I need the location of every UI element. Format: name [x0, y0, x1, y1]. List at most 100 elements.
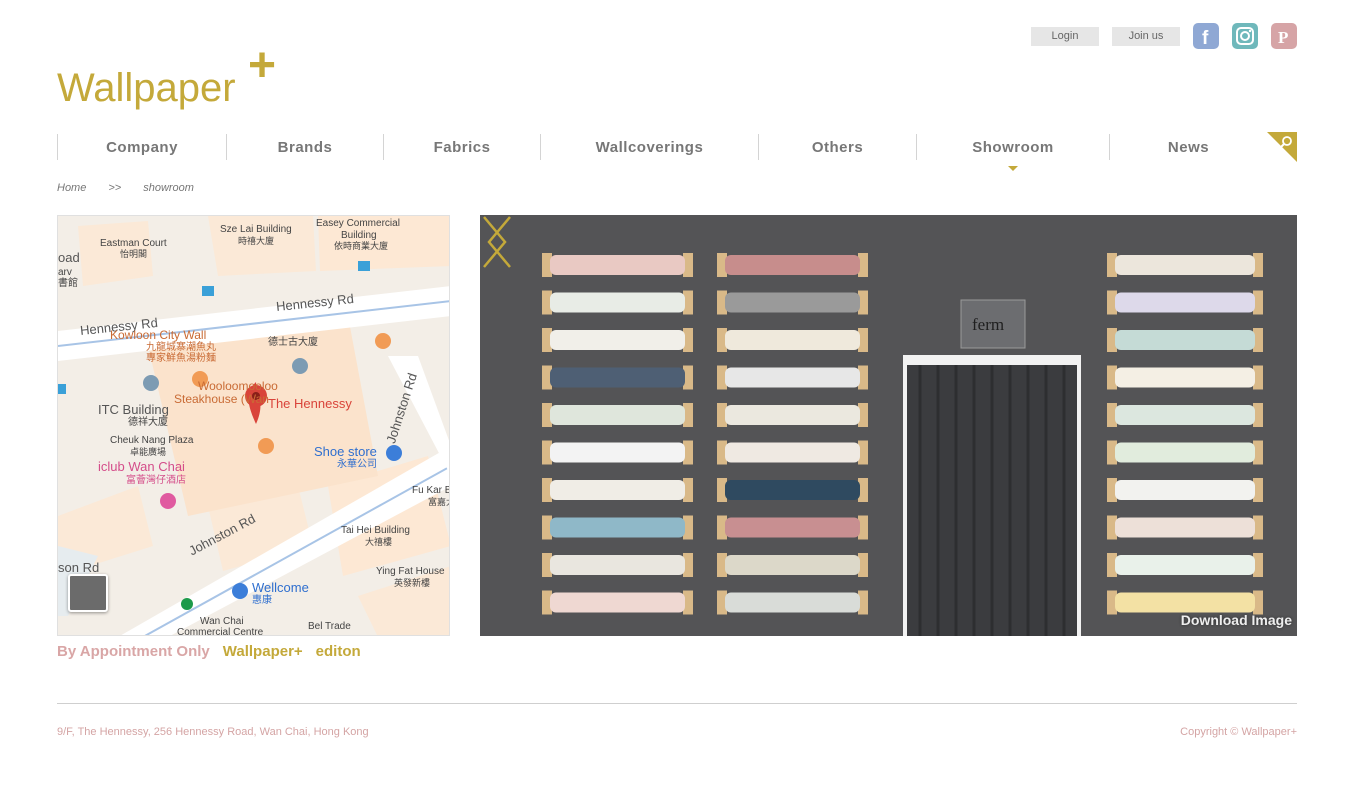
wallpaper-roll: [725, 442, 860, 463]
wallpaper-roll: [1115, 442, 1255, 463]
breadcrumb-home[interactable]: Home: [57, 182, 86, 194]
search-button[interactable]: [1267, 132, 1297, 162]
wallpaper-roll: [1115, 480, 1255, 500]
svg-text:ferm: ferm: [972, 315, 1004, 334]
nav-company[interactable]: Company: [57, 134, 226, 160]
map-label: 怡明閣: [120, 249, 148, 259]
search-icon: [1279, 136, 1292, 149]
wallpaper-roll: [725, 255, 860, 275]
wallpaper-plus-logo[interactable]: Wallpaper +: [57, 42, 287, 111]
wallpaper-roll: [725, 292, 860, 313]
wallpaper-roll: [1115, 555, 1255, 575]
nav-label: News: [1167, 138, 1210, 156]
nav-others[interactable]: Others: [758, 134, 916, 160]
footer-copyright: Copyright © Wallpaper+: [1180, 726, 1297, 738]
caption-edition: editon: [315, 643, 361, 660]
map-label: 永華公司: [337, 459, 377, 470]
facebook-icon[interactable]: f: [1193, 23, 1219, 49]
nav-wallcoverings[interactable]: Wallcoverings: [540, 134, 758, 160]
wallpaper-roll: [550, 442, 685, 463]
map-label: 時禧大廈: [238, 236, 275, 246]
nav-label: Wallcoverings: [595, 138, 704, 156]
wallpaper-roll: [550, 555, 685, 575]
showroom-photo: ferm: [480, 215, 1297, 636]
footer-divider: [57, 703, 1297, 704]
wallpaper-roll: [725, 330, 860, 350]
location-map[interactable]: Sze Lai Building 時禧大廈 Easey Commercial B…: [57, 215, 450, 636]
map-label: Sze Lai Building: [220, 224, 292, 235]
wallpaper-roll: [1115, 292, 1255, 313]
nav-fabrics[interactable]: Fabrics: [383, 134, 540, 160]
wallpaper-roll: [1115, 405, 1255, 425]
nav-label: Others: [811, 138, 864, 156]
nav-news[interactable]: News: [1109, 134, 1267, 160]
nav-brands[interactable]: Brands: [226, 134, 383, 160]
map-label: 英發新樓: [394, 578, 431, 588]
wallpaper-roll: [550, 480, 685, 500]
map-label: Fu Kar Bi: [412, 485, 450, 496]
wallpaper-roll: [725, 592, 860, 613]
logo-text: Wallpaper: [57, 66, 236, 110]
join-us-button[interactable]: Join us: [1112, 26, 1180, 46]
next-slide-arrow-icon[interactable]: [480, 215, 508, 269]
map-label: 富嘉大: [428, 497, 449, 507]
wallpaper-roll: [550, 330, 685, 350]
map-label: Cheuk Nang Plaza: [110, 435, 194, 446]
map-label: Eastman Court: [100, 238, 167, 249]
download-image-link[interactable]: Download Image: [1181, 612, 1292, 628]
map-label: Ying Fat House: [376, 566, 445, 577]
satellite-view-toggle[interactable]: [68, 574, 108, 612]
svg-text:P: P: [1278, 28, 1288, 47]
wallpaper-roll: [550, 292, 685, 313]
wallpaper-roll: [1115, 367, 1255, 388]
showroom-caption: By Appointment Only Wallpaper+ editon: [57, 643, 361, 660]
map-label: Bel Trade: [308, 621, 351, 632]
map-label: 富薈灣仔酒店: [126, 475, 186, 486]
map-label: 依時商業大廈: [334, 241, 389, 251]
nav-showroom[interactable]: Showroom: [916, 134, 1109, 171]
pinterest-icon[interactable]: P: [1271, 23, 1297, 49]
wallpaper-roll: [550, 367, 685, 388]
map-label: Easey Commercial: [316, 218, 400, 229]
wallpaper-roll: [550, 517, 685, 538]
map-label: arv: [58, 267, 72, 278]
nav-label: Brands: [277, 138, 333, 156]
map-label: 大禧樓: [365, 537, 393, 547]
map-label: Tai Hei Building: [341, 525, 410, 536]
map-label: 德士古大廈: [268, 337, 318, 348]
wallpaper-roll: [550, 255, 685, 275]
login-button[interactable]: Login: [1031, 26, 1099, 46]
wallpaper-roll: [725, 367, 860, 388]
wallpaper-roll: [550, 405, 685, 425]
map-label: Shoe store: [314, 444, 377, 459]
caption-brand: Wallpaper+: [222, 643, 303, 660]
top-links: Login Join us f P: [1031, 23, 1297, 49]
logo-plus: +: [248, 39, 277, 92]
wallpaper-roll: [725, 555, 860, 575]
wallpaper-roll: [1115, 255, 1255, 275]
map-label: Wellcome: [252, 580, 309, 595]
nav-label: Company: [106, 138, 178, 156]
wallpaper-roll: [1115, 330, 1255, 350]
nav-label: Showroom: [972, 138, 1054, 156]
wallpaper-roll: [725, 480, 860, 500]
instagram-icon[interactable]: [1232, 23, 1258, 49]
svg-text:f: f: [1202, 28, 1209, 49]
wallpaper-roll: [725, 517, 860, 538]
showroom-image-slider[interactable]: ferm Download Image: [480, 215, 1297, 636]
caption-appointment: By Appointment Only: [57, 643, 210, 660]
map-label: 惠康: [252, 595, 272, 606]
main-nav: Company Brands Fabrics Wallcoverings Oth…: [57, 134, 1267, 171]
map-label: Wan Chai: [200, 616, 244, 627]
breadcrumb: Home >> showroom: [57, 182, 194, 194]
map-label-the-hennessy: The Hennessy: [268, 396, 352, 411]
map-label: Steakhouse (Wan: [174, 392, 269, 406]
map-label: 卓能廣場: [130, 447, 167, 457]
breadcrumb-separator: >>: [108, 182, 122, 194]
wallpaper-roll: [1115, 592, 1255, 613]
wallpaper-roll: [725, 405, 860, 425]
wallpaper-roll: [1115, 517, 1255, 538]
map-label: 專家鮮魚湯粉麵: [146, 353, 216, 364]
map-label: Commercial Centre: [177, 627, 264, 636]
footer-address: 9/F, The Hennessy, 256 Hennessy Road, Wa…: [57, 726, 369, 738]
